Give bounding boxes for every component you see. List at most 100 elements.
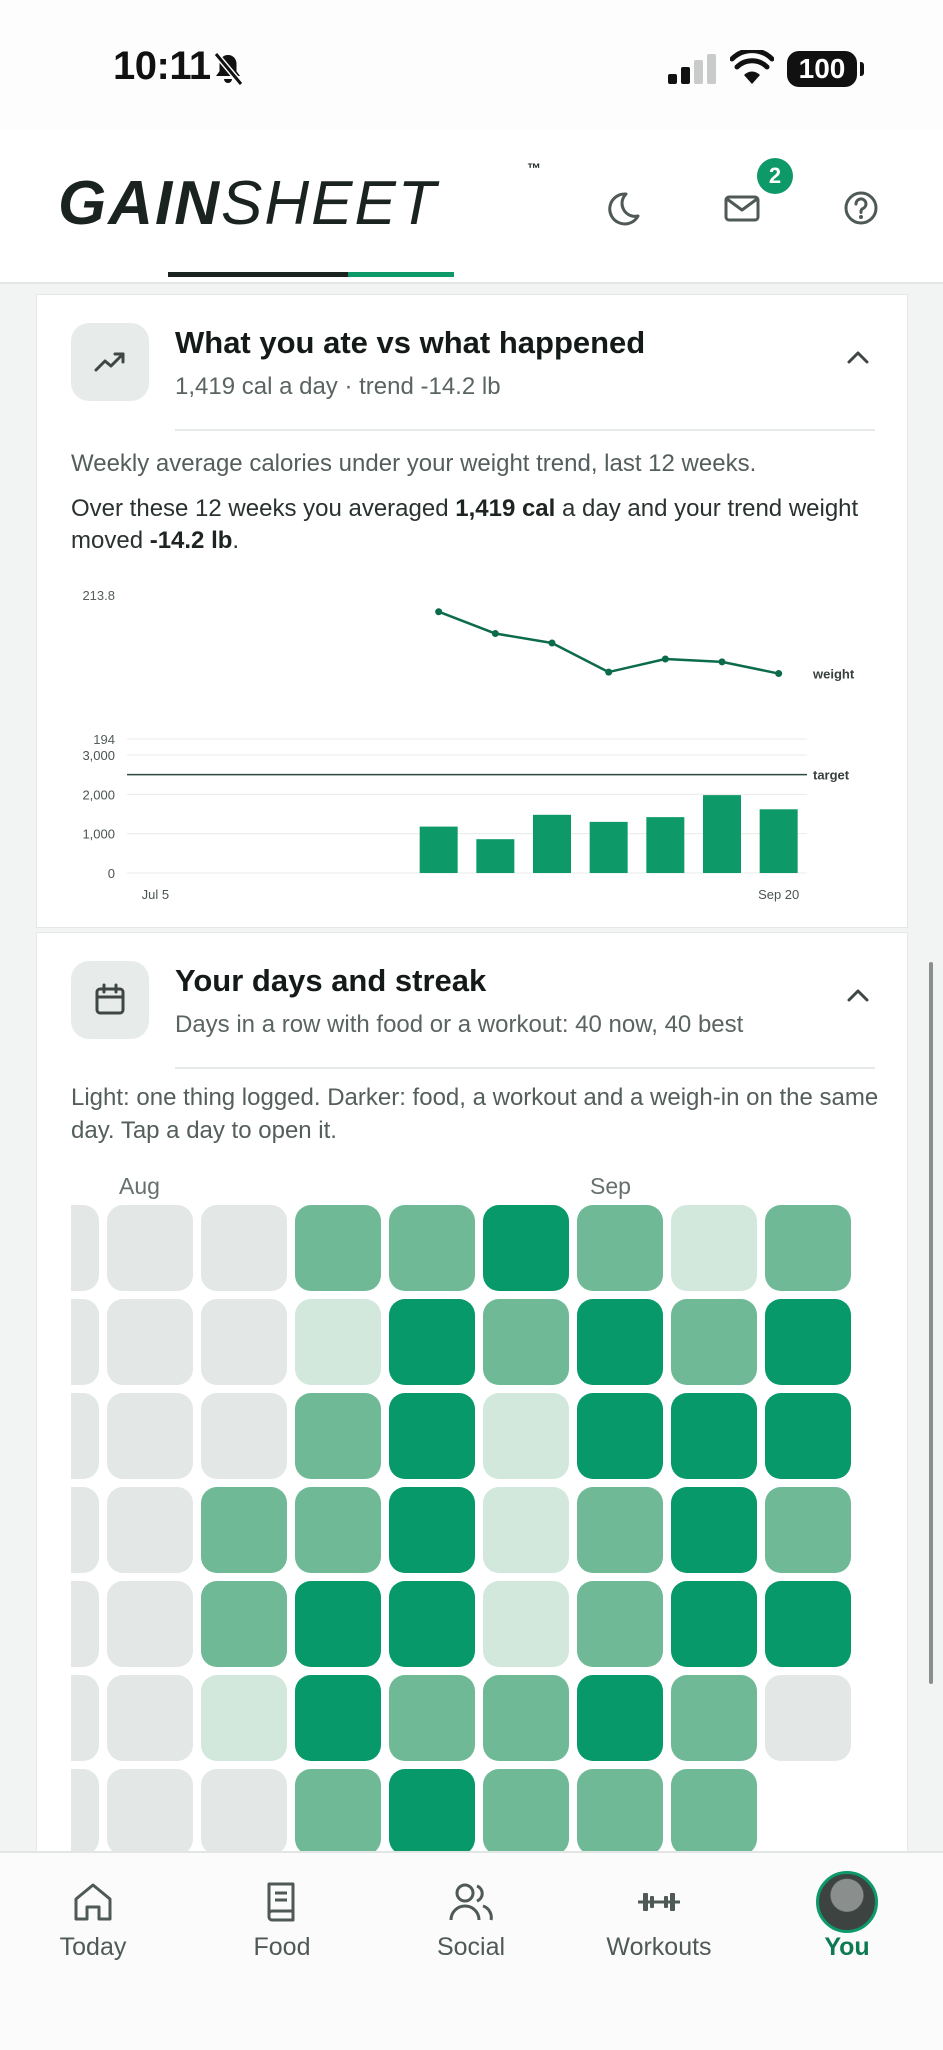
weight-line [438,610,779,675]
tab-food[interactable]: Food [207,1875,357,1962]
day-cell-empty[interactable] [71,1581,99,1667]
day-cell-empty[interactable] [71,1205,99,1291]
tab-today[interactable]: Today [18,1875,168,1962]
day-cell-empty[interactable] [107,1487,193,1573]
day-cell-medium[interactable] [295,1205,381,1291]
calendar-icon [95,983,125,1015]
y-tick-label-calories: 1,000 [82,827,115,842]
tab-social[interactable]: Social [396,1875,546,1962]
day-cell-medium[interactable] [201,1487,287,1573]
day-cell-light[interactable] [483,1581,569,1667]
day-cell-medium[interactable] [295,1769,381,1851]
tab-label: Workouts [606,1933,712,1961]
y-tick-label-calories: 3,000 [82,748,115,763]
day-cell-empty[interactable] [765,1675,851,1761]
card-divider [175,1067,875,1069]
y-tick-label-weight-min: 194 [93,732,115,747]
day-cell-light[interactable] [671,1205,757,1291]
logo-light: SHEET [221,169,438,238]
y-tick-label-weight-max: 213.8 [82,588,115,603]
day-cell-empty[interactable] [71,1769,99,1851]
day-cell-full[interactable] [765,1393,851,1479]
day-cell-light[interactable] [295,1299,381,1385]
calorie-bar [476,839,515,873]
day-cell-medium[interactable] [483,1675,569,1761]
day-cell-empty[interactable] [107,1393,193,1479]
calories-weight-chart: 0 1,000 2,000 3,000 target 213.8 194 weight Jul … [82,588,854,902]
day-cell-empty[interactable] [201,1393,287,1479]
day-cell-full[interactable] [483,1205,569,1291]
help-icon[interactable] [841,188,881,228]
app-header: GAINSHEET ™ 2 [0,130,943,284]
weight-point [718,658,726,666]
day-cell-full[interactable] [765,1299,851,1385]
day-cell-full[interactable] [389,1581,475,1667]
card-subtitle: Days in a row with food or a workout: 40… [175,1011,744,1038]
day-cell-empty[interactable] [107,1581,193,1667]
day-cell-medium[interactable] [389,1205,475,1291]
dumbbell-icon [638,1893,680,1911]
logo-underline-accent [348,272,454,277]
x-tick-label-end: Sep 20 [758,887,799,902]
mail-badge: 2 [757,158,793,194]
day-cell-light[interactable] [483,1487,569,1573]
day-cell-full[interactable] [577,1393,663,1479]
day-cell-medium[interactable] [671,1675,757,1761]
day-cell-medium[interactable] [577,1581,663,1667]
day-cell-empty[interactable] [71,1487,99,1573]
day-cell-empty[interactable] [107,1205,193,1291]
days-streak-card: Your days and streak Days in a row with … [36,932,908,1851]
day-cell-empty[interactable] [71,1675,99,1761]
day-cell-empty[interactable] [201,1299,287,1385]
day-cell-full[interactable] [671,1487,757,1573]
chevron-up-icon[interactable] [843,985,873,1007]
tab-label: Social [436,1933,506,1961]
day-cell-empty[interactable] [201,1769,287,1851]
day-cell-full[interactable] [671,1581,757,1667]
day-cell-empty[interactable] [107,1299,193,1385]
day-cell-empty[interactable] [71,1393,99,1479]
battery-indicator: 100 [787,51,864,87]
tab-you[interactable]: You [772,1871,922,1962]
day-cell-light[interactable] [201,1675,287,1761]
day-cell-empty[interactable] [107,1675,193,1761]
day-cell-full[interactable] [577,1675,663,1761]
trademark: ™ [527,160,541,176]
day-cell-medium[interactable] [671,1769,757,1851]
day-cell-full[interactable] [389,1393,475,1479]
book-icon [267,1882,295,1922]
day-cell-empty[interactable] [71,1299,99,1385]
scroll-content[interactable]: What you ate vs what happened 1,419 cal … [0,284,943,1851]
mail-icon[interactable] [722,188,762,228]
day-cell-empty[interactable] [201,1205,287,1291]
day-cell-full[interactable] [295,1675,381,1761]
day-cell-full[interactable] [577,1299,663,1385]
moon-icon[interactable] [602,188,642,228]
day-cell-medium[interactable] [483,1299,569,1385]
day-cell-light[interactable] [483,1393,569,1479]
tab-workouts[interactable]: Workouts [584,1875,734,1962]
day-cell-full[interactable] [389,1769,475,1851]
day-cell-medium[interactable] [577,1769,663,1851]
day-cell-medium[interactable] [295,1487,381,1573]
day-cell-medium[interactable] [389,1675,475,1761]
calorie-bar [589,821,628,873]
day-cell-full[interactable] [765,1581,851,1667]
day-cell-medium[interactable] [295,1393,381,1479]
y-tick-label-calories: 0 [108,866,115,881]
day-cell-full[interactable] [389,1299,475,1385]
day-cell-full[interactable] [295,1581,381,1667]
bell-off-icon [213,52,244,86]
day-cell-medium[interactable] [201,1581,287,1667]
day-cell-medium[interactable] [577,1205,663,1291]
day-cell-medium[interactable] [671,1299,757,1385]
day-cell-medium[interactable] [483,1769,569,1851]
scrollbar[interactable] [929,962,933,1684]
day-cell-medium[interactable] [765,1205,851,1291]
wifi-icon [730,50,774,84]
day-cell-medium[interactable] [765,1487,851,1573]
day-cell-medium[interactable] [577,1487,663,1573]
day-cell-full[interactable] [389,1487,475,1573]
day-cell-empty[interactable] [107,1769,193,1851]
day-cell-full[interactable] [671,1393,757,1479]
